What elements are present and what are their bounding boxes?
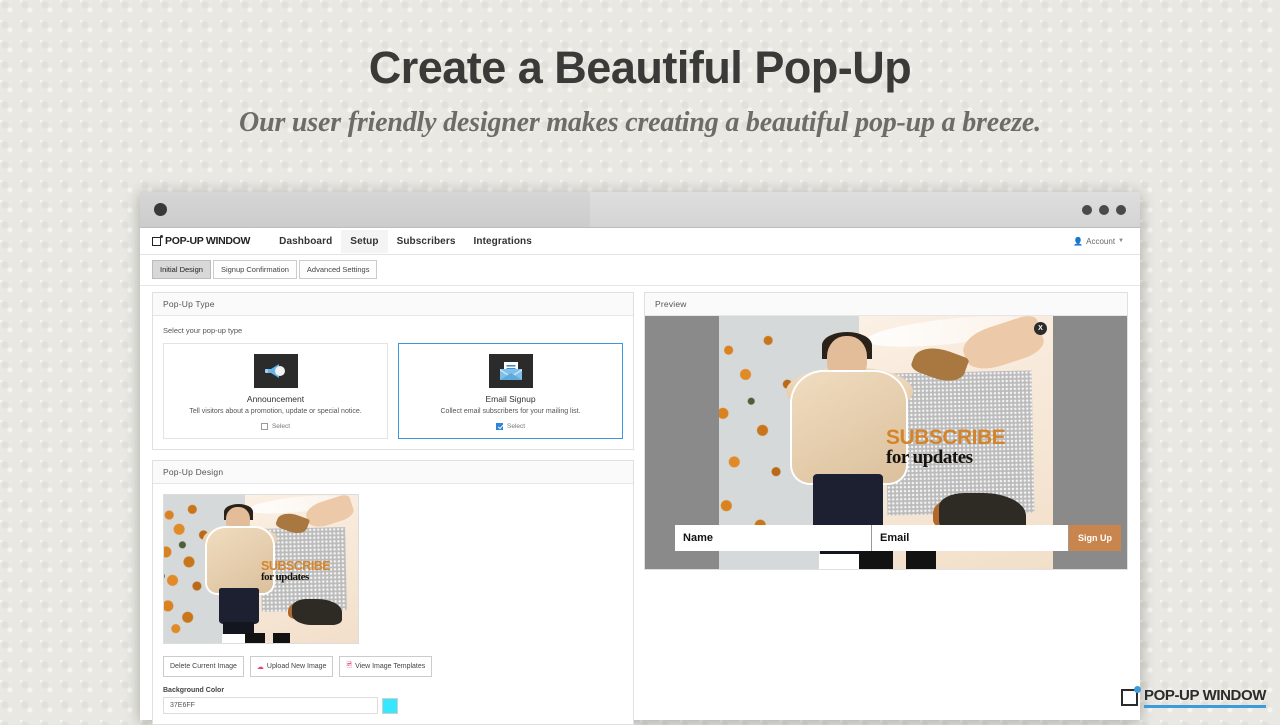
- background-color-row: 37E6FF: [163, 697, 623, 715]
- popup-type-cards: Announcement Tell visitors about a promo…: [163, 343, 624, 440]
- type-card-email-signup[interactable]: Email Signup Collect email subscribers f…: [398, 343, 624, 440]
- window-dot-left[interactable]: [154, 203, 167, 216]
- settings-column: Pop-Up Type Select your pop-up type Anno…: [152, 292, 635, 725]
- upload-new-image-button[interactable]: ☁ Upload New Image: [249, 656, 334, 678]
- collage-subline: for updates: [261, 571, 309, 584]
- type-card-announcement[interactable]: Announcement Tell visitors about a promo…: [163, 343, 389, 440]
- close-icon[interactable]: X: [1034, 322, 1047, 335]
- preview-collage-black-block-2: [906, 551, 937, 569]
- preview-collage-headline: SUBSCRIBE: [886, 426, 1006, 450]
- chevron-down-icon: ▼: [1118, 238, 1124, 244]
- setup-subtabs: Initial Design Signup Confirmation Advan…: [140, 255, 1140, 286]
- popup-type-panel-body: Select your pop-up type Announcement Tel…: [153, 316, 633, 449]
- collage-black-block-1: [245, 632, 265, 644]
- window-controls: [1082, 204, 1126, 215]
- brand-square-icon: [152, 234, 163, 246]
- nav-item-integrations[interactable]: Integrations: [464, 230, 540, 253]
- checkbox-email-signup[interactable]: [495, 423, 503, 431]
- account-menu[interactable]: 👤 Account ▼: [1073, 237, 1128, 246]
- type-card-email-signup-title: Email Signup: [485, 394, 536, 404]
- popup-type-panel-title: Pop-Up Type: [153, 293, 634, 316]
- checkbox-announcement-label: Select: [271, 423, 291, 431]
- tab-advanced-settings[interactable]: Advanced Settings: [298, 260, 378, 279]
- window-dot-3[interactable]: [1116, 204, 1126, 215]
- preview-signup-form: Name Email Sign Up: [675, 525, 1122, 551]
- type-card-announcement-select[interactable]: Select: [172, 423, 379, 431]
- browser-titlebar: [140, 192, 1140, 228]
- collage-shoe-dark: [292, 598, 343, 626]
- hero-section: Create a Beautiful Pop-Up Our user frien…: [0, 0, 1280, 139]
- preview-collage-black-block-1: [859, 551, 893, 569]
- signup-submit-button[interactable]: Sign Up: [1069, 525, 1122, 551]
- preview-collage-white-block: [819, 553, 860, 569]
- checkbox-email-signup-label: Select: [506, 423, 526, 431]
- popup-design-panel-body: SUBSCRIBE for updates Delete Current Ima…: [153, 484, 633, 724]
- app-brand-logo[interactable]: POP-UP WINDOW: [152, 234, 251, 247]
- popup-type-hint: Select your pop-up type: [163, 326, 243, 335]
- app-navbar: POP-UP WINDOW Dashboard Setup Subscriber…: [140, 228, 1140, 255]
- window-dot-2[interactable]: [1099, 204, 1109, 215]
- background-color-label: Background Color: [163, 687, 225, 695]
- image-templates-icon: 🖻: [346, 662, 353, 670]
- footer-logo-label: POP-UP WINDOW: [1143, 687, 1266, 708]
- user-icon: 👤: [1073, 236, 1084, 246]
- page-title: Create a Beautiful Pop-Up: [368, 42, 912, 93]
- nav-item-setup[interactable]: Setup: [341, 229, 388, 253]
- view-templates-label: View Image Templates: [355, 663, 426, 671]
- footer-logo-square-icon: [1120, 686, 1141, 706]
- type-card-announcement-title: Announcement: [246, 394, 305, 404]
- preview-panel-title: Preview: [645, 293, 1127, 316]
- upload-image-label: Upload New Image: [266, 663, 327, 671]
- delete-image-label: Delete Current Image: [170, 663, 237, 671]
- view-image-templates-button[interactable]: 🖻 View Image Templates: [339, 656, 433, 678]
- app-content: Pop-Up Type Select your pop-up type Anno…: [140, 286, 1140, 725]
- nav-item-subscribers[interactable]: Subscribers: [388, 230, 465, 253]
- footer-logo: POP-UP WINDOW: [1120, 686, 1266, 708]
- design-image-thumbnail[interactable]: SUBSCRIBE for updates: [163, 494, 359, 645]
- design-image-buttons: Delete Current Image ☁ Upload New Image …: [163, 656, 623, 678]
- preview-panel: Preview SUBSCRIBE for updates X Name Ema…: [644, 292, 1128, 570]
- background-color-input[interactable]: 37E6FF: [163, 697, 378, 715]
- type-card-announcement-desc: Tell visitors about a promotion, update …: [189, 408, 362, 415]
- page-subtitle: Our user friendly designer makes creatin…: [239, 107, 1041, 139]
- nav-item-dashboard[interactable]: Dashboard: [270, 230, 341, 253]
- collage-shorts: [218, 587, 260, 625]
- name-field[interactable]: Name: [675, 525, 873, 551]
- delete-current-image-button[interactable]: Delete Current Image: [163, 656, 244, 678]
- account-label: Account: [1086, 236, 1116, 246]
- popup-design-panel: Pop-Up Design SUBSCRIBE for updates Dele…: [152, 460, 635, 725]
- collage-black-block-2: [272, 632, 291, 644]
- megaphone-icon: [253, 354, 298, 388]
- email-field[interactable]: Email: [872, 525, 1070, 551]
- tab-initial-design[interactable]: Initial Design: [152, 260, 211, 279]
- window-dot-1[interactable]: [1082, 204, 1092, 215]
- preview-stage: SUBSCRIBE for updates X Name Email Sign …: [645, 316, 1127, 569]
- collage-artwork: SUBSCRIBE for updates: [164, 495, 358, 644]
- brand-label: POP-UP WINDOW: [165, 235, 251, 247]
- popup-design-panel-title: Pop-Up Design: [153, 461, 634, 485]
- type-card-email-signup-select[interactable]: Select: [407, 423, 614, 431]
- checkbox-announcement[interactable]: [260, 423, 268, 431]
- preview-column: Preview SUBSCRIBE for updates X Name Ema…: [644, 292, 1128, 706]
- preview-collage-subline: for updates: [886, 446, 973, 468]
- background-color-swatch[interactable]: [382, 697, 398, 714]
- cloud-upload-icon: ☁: [256, 663, 264, 671]
- envelope-icon: [488, 354, 533, 388]
- type-card-email-signup-desc: Collect email subscribers for your maili…: [440, 408, 581, 415]
- popup-type-panel: Pop-Up Type Select your pop-up type Anno…: [152, 292, 635, 451]
- browser-window: POP-UP WINDOW Dashboard Setup Subscriber…: [140, 192, 1140, 725]
- collage-white-block: [222, 634, 246, 644]
- tab-signup-confirmation[interactable]: Signup Confirmation: [212, 260, 297, 279]
